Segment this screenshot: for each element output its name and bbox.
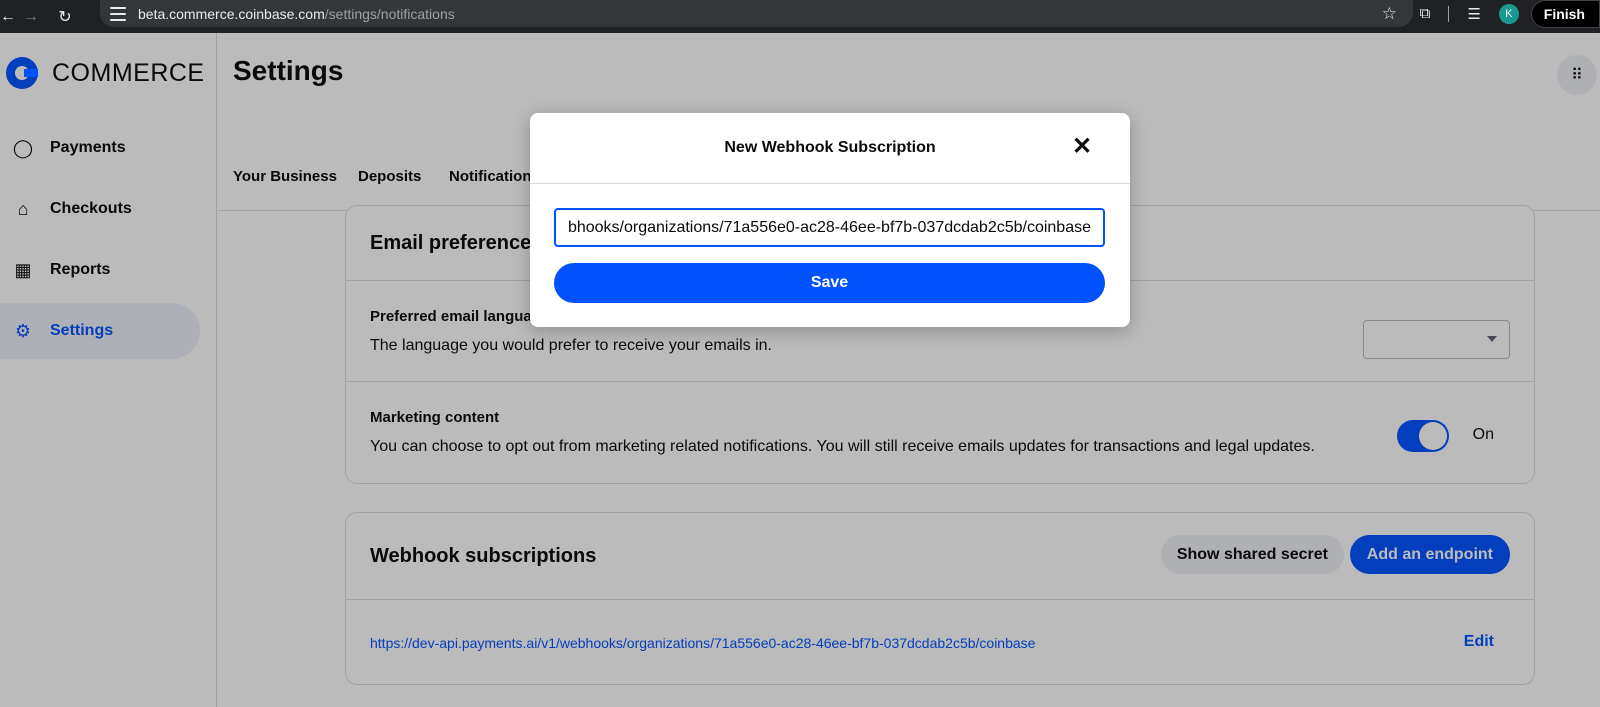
reading-list-icon[interactable]: ☰: [1467, 5, 1480, 23]
address-bar[interactable]: beta.commerce.coinbase.com/settings/noti…: [100, 0, 1413, 27]
reload-icon[interactable]: ↻: [48, 7, 82, 27]
webhook-url-input[interactable]: [554, 208, 1105, 247]
browser-toolbar: ← → ↻ beta.commerce.coinbase.com/setting…: [0, 0, 1600, 33]
modal-header: New Webhook Subscription ✕: [530, 113, 1130, 184]
browser-actions: ⧉ ☰ K Finish: [1420, 0, 1600, 28]
close-icon[interactable]: ✕: [1070, 135, 1094, 159]
modal-title: New Webhook Subscription: [724, 139, 936, 156]
profile-avatar[interactable]: K: [1498, 3, 1519, 24]
site-settings-icon[interactable]: [110, 6, 126, 21]
save-button[interactable]: Save: [554, 263, 1105, 303]
bookmark-star-icon[interactable]: ☆: [1382, 4, 1397, 24]
extensions-icon[interactable]: ⧉: [1420, 5, 1431, 22]
toolbar-divider: [1448, 5, 1450, 22]
finish-button[interactable]: Finish: [1530, 0, 1600, 28]
forward-icon[interactable]: →: [14, 8, 48, 26]
back-icon[interactable]: ←: [0, 8, 16, 26]
new-webhook-modal: New Webhook Subscription ✕ Save: [530, 113, 1130, 327]
url-text: beta.commerce.coinbase.com/settings/noti…: [138, 5, 455, 22]
